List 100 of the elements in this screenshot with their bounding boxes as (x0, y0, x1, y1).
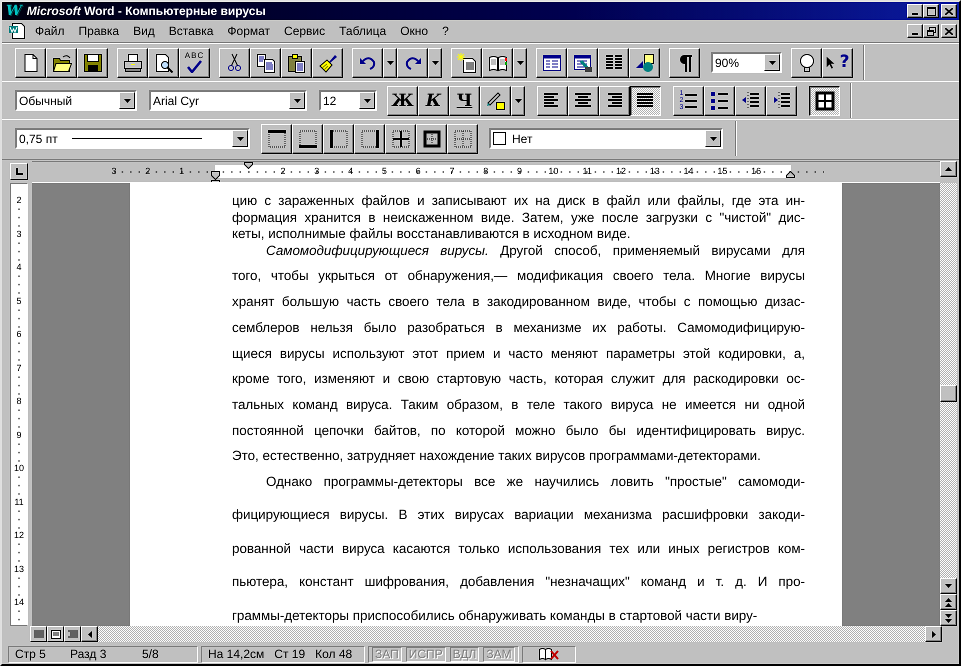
normal-view-icon (34, 630, 44, 638)
align-left-button[interactable] (537, 86, 568, 116)
insert-table-button[interactable] (536, 48, 567, 78)
line-width-dropdown[interactable]: 0,75 пт (15, 128, 250, 149)
paste-button[interactable] (281, 48, 312, 78)
close-button[interactable] (941, 4, 957, 18)
italic-button[interactable]: К (418, 86, 449, 116)
justify-button[interactable] (630, 86, 661, 116)
outside-border-button[interactable] (416, 124, 447, 154)
ruler-number: 3 (313, 164, 320, 178)
decrease-indent-button[interactable] (735, 86, 766, 116)
minimize-button[interactable] (907, 4, 923, 18)
maximize-icon (926, 6, 936, 16)
ruler-number: 9 (516, 164, 524, 178)
underline-button[interactable]: Ч (449, 86, 480, 116)
print-preview-button[interactable] (148, 48, 179, 78)
normal-view-button[interactable] (30, 626, 47, 642)
ruler-number: 6 (414, 164, 422, 178)
caret-icon (364, 98, 370, 102)
scroll-up-button[interactable] (940, 161, 957, 177)
insert-spreadsheet-button[interactable] (567, 48, 598, 78)
outline-view-icon (68, 630, 78, 638)
undo-dropdown-button[interactable] (383, 48, 397, 78)
status-text: ВДЛ (450, 646, 480, 662)
menu-item[interactable]: Окно (393, 24, 436, 38)
color-swatch-icon (493, 132, 506, 145)
open-button[interactable] (46, 48, 77, 78)
menu-item[interactable]: Таблица (332, 24, 394, 38)
double-down-arrow-icon (945, 614, 952, 622)
tip-button[interactable] (791, 48, 822, 78)
align-right-button[interactable] (599, 86, 630, 116)
caret-icon (768, 60, 776, 64)
outside-border-icon (422, 128, 442, 148)
columns-button[interactable] (598, 48, 629, 78)
copy-button[interactable] (250, 48, 281, 78)
menu-item[interactable]: Правка (72, 24, 126, 38)
shading-dropdown[interactable]: Нет (489, 128, 723, 149)
redo-button[interactable] (397, 48, 428, 78)
zoom-dropdown[interactable]: 90% (711, 52, 782, 73)
font-size-dropdown[interactable]: 12 (319, 90, 377, 111)
align-center-button[interactable] (568, 86, 599, 116)
book-button[interactable] (482, 48, 513, 78)
autotext-button[interactable] (451, 48, 482, 78)
save-button[interactable] (77, 48, 108, 78)
folder-icon (52, 52, 72, 72)
close-button[interactable] (941, 24, 957, 38)
bullet-list-button[interactable] (704, 86, 735, 116)
right-border-button[interactable] (354, 124, 385, 154)
left-border-button[interactable] (323, 124, 354, 154)
previous-page-button[interactable] (940, 594, 957, 610)
minimize-button[interactable] (907, 24, 923, 38)
no-border-button[interactable] (447, 124, 478, 154)
style-dropdown[interactable]: Обычный (15, 90, 137, 111)
close-icon (945, 28, 953, 34)
restore-button[interactable] (923, 24, 939, 38)
menu-item[interactable]: ? (435, 24, 456, 38)
highlight-dropdown-button[interactable] (511, 86, 525, 116)
copy-icon (256, 52, 276, 72)
book-cross-icon (538, 647, 560, 661)
show-formatting-button[interactable] (669, 48, 700, 78)
format-painter-button[interactable] (312, 48, 343, 78)
menu-item[interactable]: Файл (28, 24, 72, 38)
book-dropdown-button[interactable] (513, 48, 527, 78)
caret-icon (386, 60, 394, 64)
caret-icon (710, 136, 716, 140)
scroll-down-button[interactable] (940, 578, 957, 594)
redo-dropdown-button[interactable] (428, 48, 442, 78)
outdent-icon (740, 90, 760, 110)
increase-indent-button[interactable] (766, 86, 797, 116)
app-logo: W (6, 3, 22, 19)
inside-border-button[interactable] (385, 124, 416, 154)
menu-item[interactable]: Сервис (277, 24, 332, 38)
spelling-button[interactable]: ABC (179, 48, 210, 78)
scroll-left-button[interactable] (81, 626, 98, 642)
next-page-button[interactable] (940, 610, 957, 626)
new-button[interactable] (15, 48, 46, 78)
borders-button[interactable] (809, 86, 840, 116)
top-border-button[interactable] (261, 124, 292, 154)
tab-stop-button[interactable] (10, 163, 28, 180)
undo-button[interactable] (352, 48, 383, 78)
cut-button[interactable] (219, 48, 250, 78)
maximize-button[interactable] (923, 4, 939, 18)
menu-item[interactable]: Вид (126, 24, 162, 38)
scroll-thumb[interactable] (940, 385, 957, 402)
ruler-number: 11 (582, 164, 592, 178)
help-button[interactable]: ? (822, 48, 853, 78)
bold-button[interactable]: Ж (387, 86, 418, 116)
menu-item[interactable]: Вставка (162, 24, 220, 38)
highlight-button[interactable] (480, 86, 511, 116)
no-border-icon (452, 128, 472, 148)
page-layout-view-button[interactable] (47, 626, 64, 642)
indent-icon (772, 90, 792, 110)
print-button[interactable] (117, 48, 148, 78)
outline-view-button[interactable] (64, 626, 81, 642)
bottom-border-button[interactable] (292, 124, 323, 154)
font-dropdown[interactable]: Arial Cyr (149, 90, 307, 111)
status-text: ЗАМ (483, 646, 515, 662)
drawing-button[interactable] (629, 48, 660, 78)
scroll-right-button[interactable] (925, 626, 942, 642)
menu-item[interactable]: Формат (220, 24, 278, 38)
